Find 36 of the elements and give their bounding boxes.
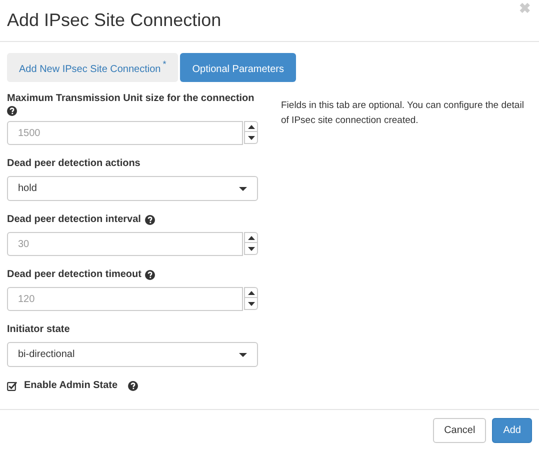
help-icon[interactable] [7, 106, 17, 116]
decrement-button[interactable] [244, 298, 258, 310]
field-label: Dead peer detection interval [7, 213, 141, 227]
help-icon[interactable] [128, 380, 138, 390]
caret-icon [239, 186, 247, 190]
up-caret-icon [248, 124, 254, 128]
checkbox-label: Enable Admin State [24, 379, 118, 393]
field-label: Maximum Transmission Unit size for the connection [7, 92, 254, 106]
decrement-button[interactable] [244, 132, 258, 144]
increment-button[interactable] [244, 232, 258, 243]
number-field[interactable]: 30 [7, 232, 243, 256]
down-caret-icon [248, 136, 254, 140]
caret-icon [239, 352, 247, 356]
secondary-button[interactable]: Cancel [433, 418, 486, 443]
increment-button[interactable] [244, 121, 258, 132]
select-dropdown[interactable]: hold [7, 176, 258, 201]
down-caret-icon [248, 302, 254, 306]
checkbox[interactable] [7, 380, 17, 390]
field-label: Initiator state [7, 323, 70, 337]
help-icon[interactable] [145, 270, 156, 280]
number-field[interactable]: 120 [7, 287, 243, 311]
field-label: Dead peer detection timeout [7, 268, 142, 282]
tab[interactable]: Add New IPsec Site Connection * [7, 53, 178, 82]
description-text: Fields in this tab are optional. You can configure the detail of IPsec site connection created. [281, 99, 525, 128]
down-caret-icon [248, 246, 254, 250]
dialog-title: Add IPsec Site Connection [7, 9, 222, 32]
decrement-button[interactable] [244, 243, 258, 255]
up-caret-icon [248, 290, 254, 294]
select-dropdown[interactable]: bi-directional [7, 342, 258, 367]
tab[interactable]: Optional Parameters [180, 53, 296, 82]
help-icon[interactable] [144, 214, 155, 224]
field-label: Dead peer detection actions [7, 157, 140, 171]
primary-button[interactable]: Add [492, 418, 532, 443]
up-caret-icon [248, 236, 254, 240]
number-field[interactable]: 1500 [7, 121, 243, 145]
increment-button[interactable] [244, 287, 258, 298]
